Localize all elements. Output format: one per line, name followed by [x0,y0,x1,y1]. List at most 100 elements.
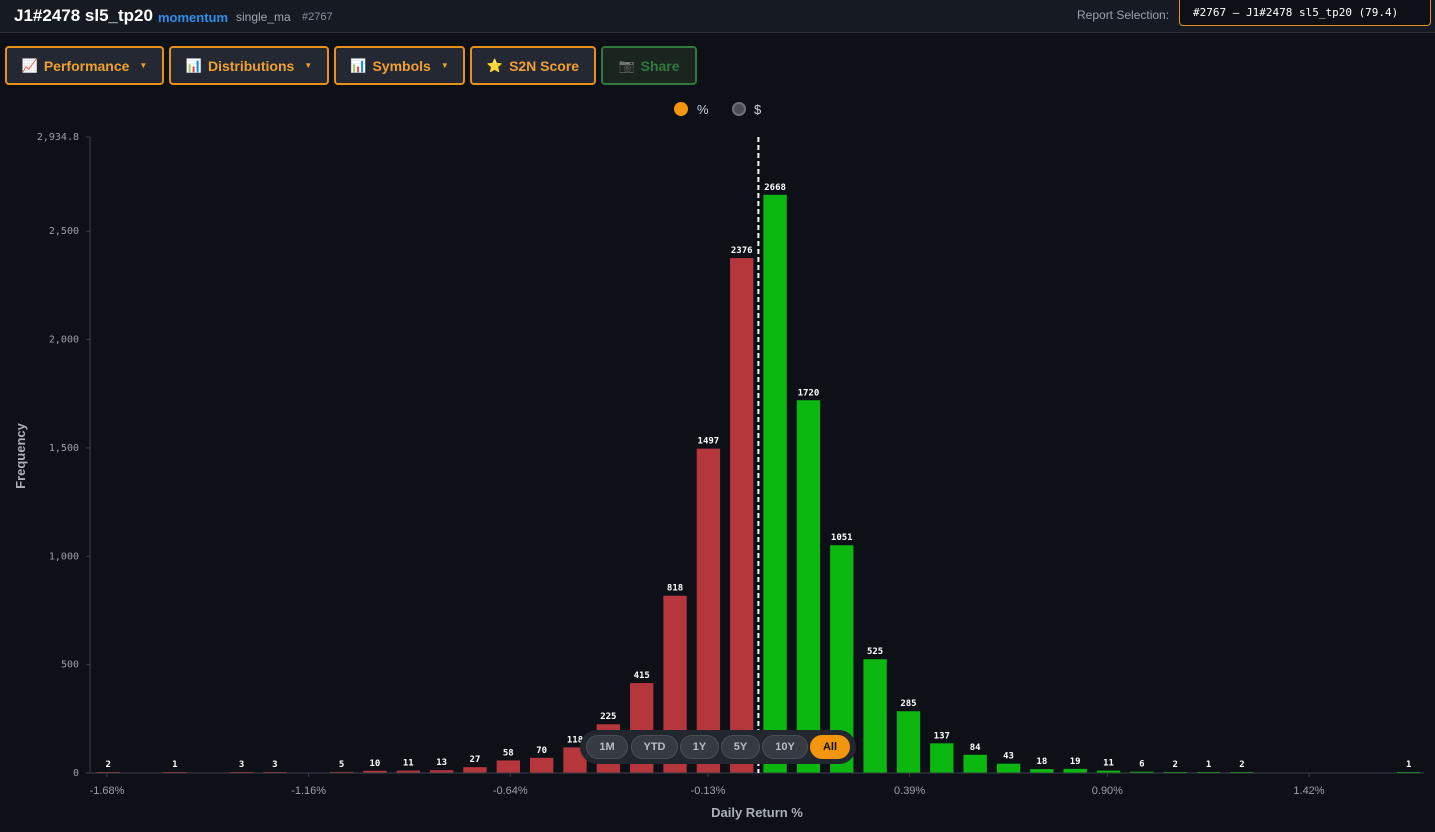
y-tick-label: 500 [61,660,79,671]
bar-data-label: 2 [105,760,110,770]
strategy-tag[interactable]: momentum [158,10,228,25]
bar-data-label: 18 [1036,757,1047,767]
caret-down-icon: ▼ [139,61,148,70]
s2n-score-label: S2N Score [509,57,580,74]
dollar-radio[interactable] [732,102,746,116]
performance-menu-button[interactable]: 📈 Performance ▼ [5,46,164,85]
bar-data-label: 525 [867,647,883,657]
range-button-5y[interactable]: 5Y [721,735,760,759]
caret-down-icon: ▼ [304,61,313,70]
histogram-bar [996,763,1021,773]
bar-data-label: 1 [172,760,177,770]
range-button-ytd[interactable]: YTD [631,735,678,759]
histogram-bar [863,659,887,773]
bar-data-label: 415 [634,671,650,681]
x-tick-label: 1.42% [1293,785,1324,797]
range-button-all[interactable]: All [810,735,850,759]
bar-data-label: 137 [934,731,950,741]
histogram-bar [963,754,987,773]
unit-toggle: % $ [674,101,774,119]
performance-label: Performance [43,57,130,74]
histogram-bar [930,743,954,773]
type-tag: single_ma [236,10,291,24]
bar-data-label: 84 [970,743,981,753]
range-button-10y[interactable]: 10Y [762,735,808,759]
x-tick-label: -0.64% [493,785,528,797]
histogram-bar [896,711,921,773]
y-axis-title: Frequency [13,422,28,489]
histogram-bar [730,258,754,773]
y-tick-label: 2,934.8 [37,132,79,143]
bar-data-label: 1051 [831,533,853,543]
bar-data-label: 1 [1206,760,1211,770]
s2n-score-button[interactable]: ⭐ S2N Score [470,46,596,85]
report-selection-label: Report Selection: [1077,8,1170,22]
percent-radio-label[interactable]: % [697,102,709,117]
histogram-bar [696,448,721,773]
dollar-radio-label[interactable]: $ [754,102,761,117]
bar-data-label: 3 [239,760,244,770]
bar-data-label: 2668 [764,183,786,193]
camera-icon: 📷 [618,57,635,73]
id-tag: #2767 [302,11,333,23]
time-range-selector: 1M YTD 1Y 5Y 10Y All [580,730,856,764]
bar-chart-icon: 📊 [350,57,367,73]
bar-data-label: 818 [667,584,683,594]
star-icon: ⭐ [486,57,504,73]
bar-data-label: 27 [470,755,481,765]
histogram-bar [1030,769,1054,773]
distributions-menu-button[interactable]: 📊 Distributions ▼ [169,46,329,85]
page-title: J1#2478 sl5_tp20 [14,6,153,25]
histogram-bar [463,767,487,773]
histogram-bar [496,760,520,773]
share-button[interactable]: 📷 Share [601,46,697,85]
x-tick-label: -1.16% [291,785,326,797]
y-tick-label: 0 [73,768,79,779]
histogram-bar [796,400,821,773]
bar-data-label: 58 [503,748,514,758]
bar-data-label: 6 [1139,760,1144,770]
x-tick-label: 0.39% [894,785,925,797]
bar-data-label: 3 [272,760,277,770]
top-header: J1#2478 sl5_tp20 momentum single_ma #276… [0,0,1435,33]
percent-radio[interactable] [674,102,688,116]
share-label: Share [640,57,680,74]
range-button-1m[interactable]: 1M [586,735,628,759]
bar-data-label: 225 [600,712,616,722]
y-tick-label: 1,000 [49,551,79,562]
chart-increasing-icon: 📈 [21,57,38,73]
bar-data-label: 43 [1003,752,1014,762]
bar-data-label: 5 [339,760,344,770]
bar-data-label: 70 [536,746,547,756]
y-tick-label: 2,500 [49,226,79,237]
symbols-label: Symbols [372,57,431,74]
histogram-chart: 2 1 3 3 5 10 11 13 2758 7011822541581814972376266… [13,132,1424,820]
histogram-bar [1063,768,1087,773]
histogram-bar [529,757,554,773]
bar-data-label: 11 [1103,759,1114,769]
x-axis-title: Daily Return % [711,805,803,820]
report-selection-dropdown[interactable]: #2767 – J1#2478 sl5_tp20 (79.4) [1179,0,1431,26]
bar-data-label: 1720 [798,388,820,398]
range-button-1y[interactable]: 1Y [680,735,719,759]
bar-data-label: 11 [403,759,414,769]
histogram-bar [763,194,787,773]
bar-data-label: 285 [900,699,916,709]
bar-data-label: 19 [1070,757,1081,767]
bar-chart-icon: 📊 [185,57,202,73]
bar-data-label: 1 [1406,760,1411,770]
bar-data-label: 2 [1173,760,1178,770]
toolbar: 📈 Performance ▼ 📊 Distributions ▼ 📊 Symb… [0,46,1435,86]
x-tick-label: -0.13% [691,785,726,797]
distributions-label: Distributions [207,57,295,74]
x-tick-label: 0.90% [1092,785,1123,797]
x-tick-label: -1.68% [90,785,125,797]
bar-data-label: 2 [1239,760,1244,770]
bar-data-label: 2376 [731,246,753,256]
caret-down-icon: ▼ [440,61,449,70]
symbols-menu-button[interactable]: 📊 Symbols ▼ [334,46,465,85]
y-tick-label: 2,000 [49,335,79,346]
bar-data-label: 13 [436,758,447,768]
y-tick-label: 1,500 [49,443,79,454]
bar-data-label: 1497 [698,437,720,447]
